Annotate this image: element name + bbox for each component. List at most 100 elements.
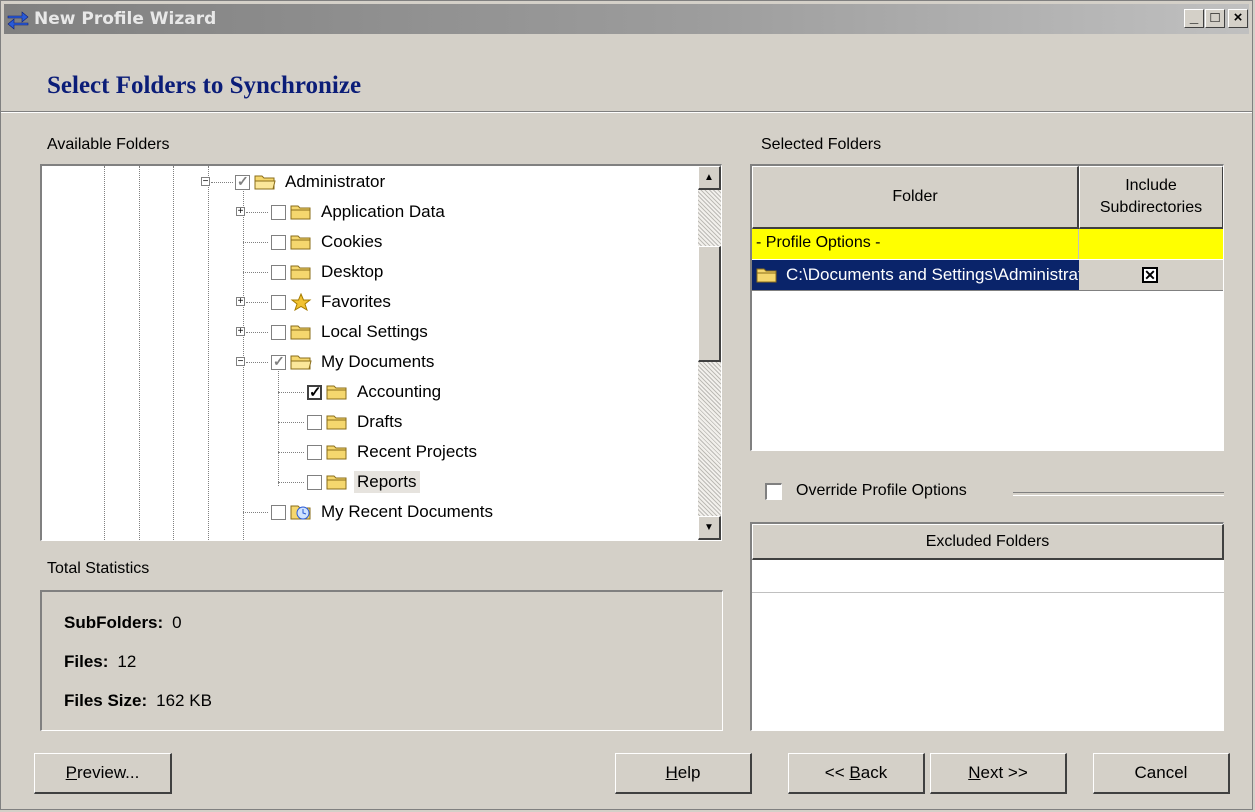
folder-icon: [326, 445, 347, 460]
tree-connector: [211, 182, 233, 183]
scroll-thumb[interactable]: [698, 246, 721, 362]
node-checkbox[interactable]: [271, 324, 286, 340]
star-icon: [290, 293, 312, 311]
close-button[interactable]: ×: [1228, 9, 1248, 28]
scroll-up-button[interactable]: ▲: [698, 166, 721, 190]
stat-label: Files:: [64, 652, 109, 671]
expand-toggle[interactable]: +: [236, 207, 245, 217]
tree-node-desktop[interactable]: Desktop: [271, 259, 386, 285]
tree-node-local-settings[interactable]: Local Settings: [271, 319, 431, 345]
collapse-toggle[interactable]: −: [201, 177, 210, 187]
tree-guide-line: [173, 166, 174, 540]
folder-open-icon: [290, 355, 312, 370]
column-label: Folder: [892, 188, 938, 205]
total-statistics-label: Total Statistics: [47, 560, 150, 577]
tree-node-application-data[interactable]: Application Data: [271, 199, 448, 225]
folder-icon: [290, 325, 311, 340]
column-header-folder[interactable]: Folder: [752, 166, 1079, 229]
maximize-button[interactable]: □: [1205, 9, 1225, 28]
include-subdirectories-checkbox[interactable]: ✕: [1142, 267, 1158, 283]
button-label: Help: [665, 763, 701, 782]
stat-value: 12: [117, 652, 137, 671]
tree-node-accounting[interactable]: Accounting: [307, 379, 444, 405]
folder-cell[interactable]: C:\Documents and Settings\Administrator\…: [752, 260, 1079, 290]
expand-toggle[interactable]: +: [236, 327, 245, 337]
node-checkbox[interactable]: [271, 294, 286, 310]
tree-node-administrator[interactable]: Administrator: [235, 169, 388, 195]
tree-connector: [246, 362, 268, 363]
button-label: Cancel: [1134, 763, 1188, 782]
folder-icon: [756, 268, 777, 283]
node-checkbox[interactable]: [271, 234, 286, 250]
node-checkbox[interactable]: [307, 414, 322, 430]
tree-connector: [246, 212, 268, 213]
node-checkbox[interactable]: [271, 264, 286, 280]
tree-guide-line: [208, 166, 209, 540]
wizard-window: New Profile Wizard _ □ × Select Folders …: [0, 0, 1253, 810]
tree-node-drafts[interactable]: Drafts: [307, 409, 405, 435]
tree-guide-line: [139, 166, 140, 540]
stat-value: 0: [172, 613, 182, 632]
node-label: Desktop: [321, 262, 384, 281]
close-icon: ×: [1233, 9, 1243, 26]
tree-node-favorites[interactable]: Favorites: [271, 289, 394, 315]
tree-node-my-recent-documents[interactable]: My Recent Documents: [271, 499, 496, 525]
node-label: Application Data: [321, 202, 445, 221]
tree-scrollbar[interactable]: ▲ ▼: [698, 166, 721, 540]
back-button[interactable]: << Back: [788, 753, 925, 794]
node-checkbox[interactable]: [307, 444, 322, 460]
cancel-button[interactable]: Cancel: [1093, 753, 1230, 794]
window-title: New Profile Wizard: [34, 9, 217, 29]
folder-tree[interactable]: − Administrator + Application Data Cooki…: [40, 164, 722, 541]
include-cell[interactable]: ✕: [1079, 260, 1223, 290]
tree-node-my-documents[interactable]: My Documents: [271, 349, 437, 375]
selected-folders-grid[interactable]: Folder Include Subdirectories - Profile …: [750, 164, 1224, 451]
node-checkbox[interactable]: [271, 204, 286, 220]
folder-icon: [326, 415, 347, 430]
stat-label: Files Size:: [64, 691, 148, 710]
tree-node-recent-projects[interactable]: Recent Projects: [307, 439, 480, 465]
node-checkbox[interactable]: [271, 504, 286, 520]
title-bar[interactable]: New Profile Wizard _ □ ×: [4, 4, 1249, 34]
help-button[interactable]: Help: [615, 753, 752, 794]
node-label: Administrator: [285, 172, 386, 191]
tree-connector: [278, 452, 304, 453]
cell-divider: [1078, 229, 1079, 259]
override-checkbox[interactable]: [765, 482, 782, 500]
stat-label: SubFolders:: [64, 613, 164, 632]
statistics-panel: SubFolders: 0 Files: 12 Files Size: 162 KB: [40, 590, 723, 731]
expand-toggle[interactable]: +: [236, 297, 245, 307]
override-profile-options[interactable]: Override Profile Options: [765, 482, 967, 500]
node-checkbox[interactable]: [307, 383, 322, 401]
excluded-empty-row[interactable]: [752, 560, 1224, 593]
collapse-toggle[interactable]: −: [236, 357, 245, 367]
header-divider: [1, 112, 1252, 113]
available-folders-label: Available Folders: [47, 136, 170, 153]
column-header-include-subdirectories[interactable]: Include Subdirectories: [1079, 166, 1223, 229]
scroll-down-button[interactable]: ▼: [698, 516, 721, 540]
button-label: Preview...: [65, 763, 140, 782]
node-label: Local Settings: [321, 322, 428, 341]
selected-folder-row[interactable]: C:\Documents and Settings\Administrator\…: [752, 260, 1223, 291]
minimize-button[interactable]: _: [1184, 9, 1204, 28]
tree-connector: [278, 482, 304, 483]
excluded-folders-grid[interactable]: Excluded Folders: [750, 522, 1224, 731]
profile-options-row[interactable]: - Profile Options -: [752, 229, 1223, 259]
folder-open-icon: [254, 175, 276, 190]
node-checkbox[interactable]: [307, 474, 322, 490]
tree-guide-line: [278, 366, 279, 486]
node-checkbox[interactable]: [271, 353, 286, 370]
tree-node-reports[interactable]: Reports: [307, 469, 420, 495]
tree-node-cookies[interactable]: Cookies: [271, 229, 385, 255]
column-header-excluded-folders[interactable]: Excluded Folders: [752, 524, 1224, 560]
tree-connector: [243, 272, 268, 273]
node-checkbox[interactable]: [235, 173, 250, 190]
folder-icon: [290, 265, 311, 280]
maximize-icon: □: [1210, 9, 1220, 26]
folder-icon: [326, 475, 347, 490]
recent-docs-icon: [290, 505, 311, 520]
tree-connector: [243, 512, 268, 513]
button-label: << Back: [824, 763, 888, 782]
next-button[interactable]: Next >>: [930, 753, 1067, 794]
preview-button[interactable]: Preview...: [34, 753, 172, 794]
